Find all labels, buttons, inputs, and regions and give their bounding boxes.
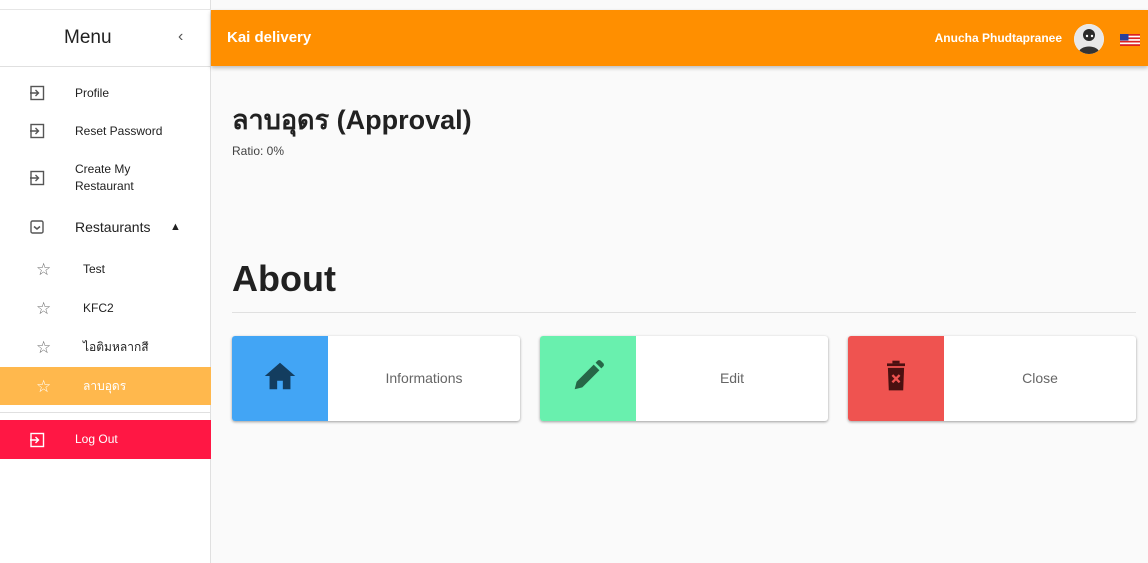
user-name[interactable]: Anucha Phudtapranee — [935, 31, 1062, 45]
star-outline-icon: ☆ — [36, 337, 52, 357]
sidebar-item-label: ไอติมหลากสี — [83, 339, 149, 354]
divider — [0, 66, 211, 67]
sidebar-item-label: Test — [83, 261, 106, 276]
avatar[interactable] — [1074, 24, 1104, 54]
star-outline-icon: ☆ — [36, 376, 52, 396]
sidebar-subitem-test[interactable]: ☆ Test — [0, 257, 211, 281]
sidebar-item-create-restaurant[interactable]: Create My Restaurant — [0, 158, 211, 198]
top-app-bar: Kai delivery Anucha Phudtapranee — [211, 10, 1148, 66]
sidebar-item-profile[interactable]: Profile — [0, 80, 211, 106]
divider — [0, 412, 211, 413]
chevron-up-icon[interactable]: ▲ — [170, 221, 181, 233]
page-title: ลาบอุดร (Approval) — [232, 105, 472, 135]
menu-title: Menu — [64, 27, 112, 48]
login-icon — [29, 170, 45, 186]
sidebar-item-label: Log Out — [75, 432, 118, 446]
menu-header: Menu ‹ — [0, 10, 211, 66]
card-icon-area — [848, 336, 944, 421]
chevron-left-icon[interactable]: ‹ — [178, 28, 190, 48]
sidebar-item-restaurants[interactable]: Restaurants ▲ — [0, 214, 211, 240]
home-icon — [261, 357, 299, 400]
sidebar-subitem-kfc2[interactable]: ☆ KFC2 — [0, 296, 211, 320]
login-icon — [29, 432, 45, 448]
star-outline-icon: ☆ — [36, 259, 52, 279]
us-flag-icon[interactable] — [1120, 33, 1140, 46]
sidebar-item-label: Reset Password — [75, 123, 163, 138]
card-icon-area — [232, 336, 328, 421]
close-card[interactable]: Close — [848, 336, 1136, 421]
sidebar: Menu ‹ Profile Reset Password Create My … — [0, 0, 211, 563]
star-outline-icon: ☆ — [36, 298, 52, 318]
brand-title[interactable]: Kai delivery — [227, 29, 311, 46]
sidebar-subitem-ice-cream[interactable]: ☆ ไอติมหลากสี — [0, 335, 211, 359]
card-label: Edit — [719, 370, 745, 386]
sidebar-item-label: Profile — [75, 85, 110, 100]
sidebar-item-label: ลาบอุดร — [83, 378, 127, 393]
sidebar-item-label: Create My Restaurant — [75, 162, 134, 193]
inbox-icon — [29, 219, 45, 235]
sidebar-item-label: KFC2 — [83, 300, 114, 315]
login-icon — [29, 85, 45, 101]
divider — [232, 312, 1136, 313]
edit-card[interactable]: Edit — [540, 336, 828, 421]
sidebar-item-label: Restaurants — [75, 218, 151, 235]
logout-button[interactable]: Log Out — [0, 420, 211, 459]
card-label: Informations — [385, 370, 463, 386]
pencil-icon — [569, 357, 607, 400]
card-icon-area — [540, 336, 636, 421]
login-icon — [29, 123, 45, 139]
ratio-text: Ratio: 0% — [232, 144, 285, 158]
about-heading: About — [232, 258, 336, 299]
sidebar-subitem-larb-udon[interactable]: ☆ ลาบอุดร — [0, 367, 211, 405]
informations-card[interactable]: Informations — [232, 336, 520, 421]
sidebar-item-reset-password[interactable]: Reset Password — [0, 118, 211, 144]
card-label: Close — [1022, 370, 1058, 386]
delete-icon — [878, 358, 914, 399]
